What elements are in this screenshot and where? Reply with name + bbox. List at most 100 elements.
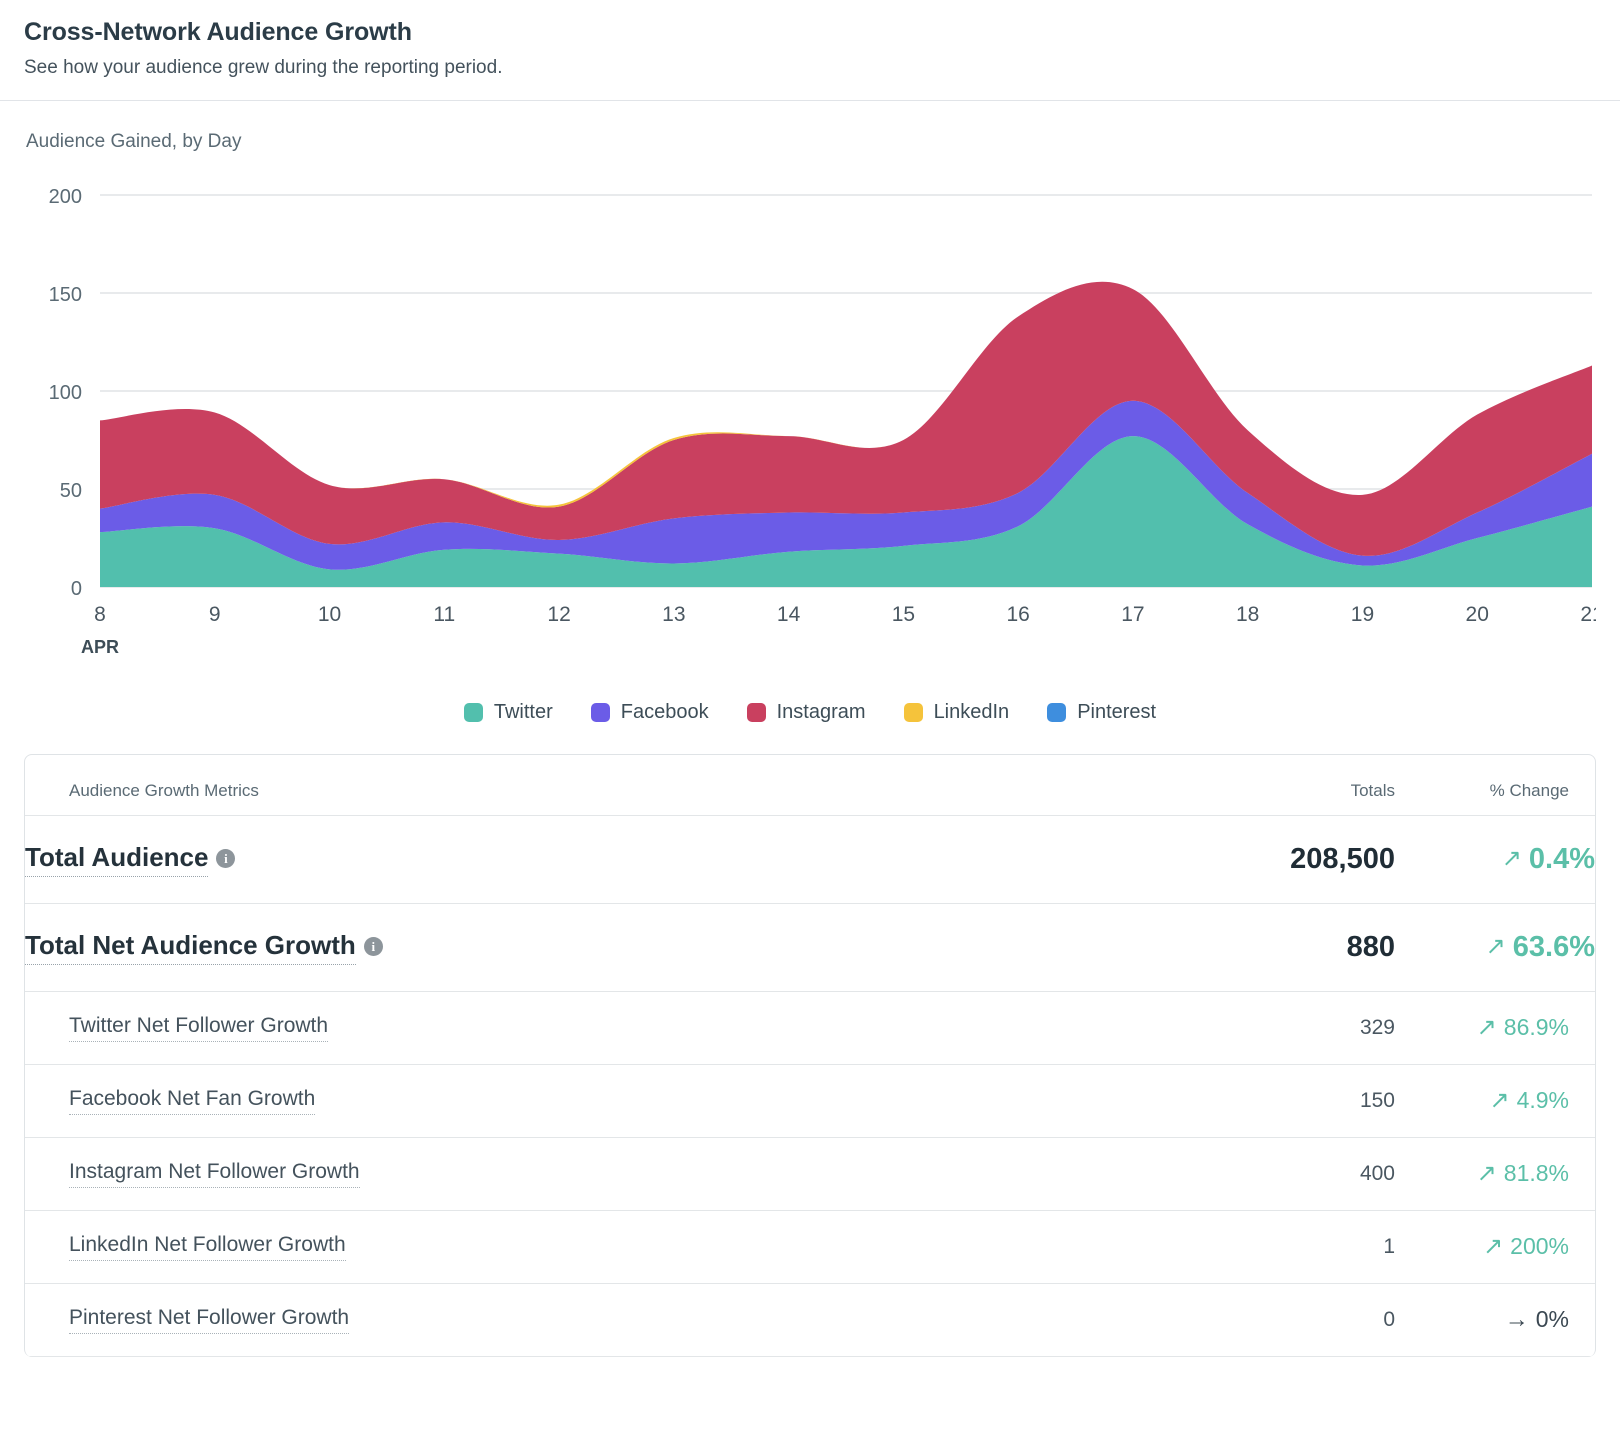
metric-total-cell: 880	[1346, 930, 1395, 963]
metric-label[interactable]: Facebook Net Fan Growth	[69, 1087, 316, 1115]
x-axis-tick-label: 12	[547, 603, 570, 626]
metric-label[interactable]: Total Net Audience Growth	[25, 930, 356, 965]
chart-section: Audience Gained, by Day 0 50 100 150 200 8 9 10…	[0, 101, 1620, 730]
change-value: 0.4%	[1528, 842, 1595, 875]
change-value: 63.6%	[1512, 930, 1595, 963]
y-axis-tick-label: 50	[60, 480, 82, 502]
arrow-up-right-icon: ↗	[1483, 1232, 1504, 1260]
metric-name-cell: Twitter Net Follower Growth	[25, 991, 1205, 1064]
report-header: Cross-Network Audience Growth See how yo…	[0, 0, 1620, 101]
metric-name-cell: Facebook Net Fan Growth	[25, 1064, 1205, 1137]
x-axis-tick-label: 13	[662, 603, 685, 626]
table-row: Twitter Net Follower Growth 329 ↗ 86.9%	[25, 991, 1595, 1065]
metric-name-cell: LinkedIn Net Follower Growth	[25, 1210, 1205, 1283]
legend-item-facebook[interactable]: Facebook	[590, 700, 709, 724]
metric-label[interactable]: Total Audience	[25, 842, 209, 877]
y-axis-tick-label: 100	[49, 382, 82, 404]
legend-item-twitter[interactable]: Twitter	[463, 700, 553, 724]
legend-label: LinkedIn	[933, 700, 1010, 723]
x-axis-tick-label: 19	[1351, 603, 1374, 626]
metric-name-cell: Total Audience i	[25, 815, 1205, 903]
metrics-table: Audience Growth Metrics Totals % Change …	[25, 754, 1595, 1357]
x-axis-tick-label: 9	[209, 603, 221, 626]
legend-item-linkedin[interactable]: LinkedIn	[903, 700, 1010, 724]
column-header-totals: Totals	[1205, 754, 1395, 816]
table-row: Total Audience i 208,500 ↗ 0.4%	[25, 815, 1595, 904]
y-axis-tick-label: 150	[49, 284, 82, 306]
x-axis-tick-label: 17	[1121, 603, 1144, 626]
arrow-right-icon: →	[1504, 1305, 1529, 1333]
change-value: 86.9%	[1503, 1014, 1569, 1041]
info-icon[interactable]: i	[216, 848, 236, 868]
legend-label: Twitter	[493, 700, 553, 723]
metric-name-cell: Pinterest Net Follower Growth	[25, 1283, 1205, 1356]
arrow-up-right-icon: ↗	[1501, 845, 1522, 873]
metric-name-cell: Instagram Net Follower Growth	[25, 1137, 1205, 1210]
metric-label[interactable]: Instagram Net Follower Growth	[69, 1160, 360, 1188]
change-value: 0%	[1535, 1306, 1569, 1333]
legend-label: Instagram	[776, 700, 866, 723]
x-axis-tick-label: 14	[777, 603, 801, 626]
table-row: Instagram Net Follower Growth 400 ↗ 81.8%	[25, 1137, 1595, 1211]
metric-label[interactable]: LinkedIn Net Follower Growth	[69, 1233, 346, 1261]
column-header-change: % Change	[1395, 754, 1595, 816]
change-value: 4.9%	[1516, 1087, 1569, 1114]
arrow-up-right-icon: ↗	[1476, 1159, 1497, 1187]
y-axis-tick-label: 0	[71, 578, 82, 600]
metric-change-cell: → 0%	[1395, 1283, 1595, 1356]
column-header-metrics: Audience Growth Metrics	[25, 754, 1205, 816]
x-axis-tick-label: 18	[1236, 603, 1259, 626]
arrow-up-right-icon: ↗	[1476, 1013, 1497, 1041]
metric-total-cell: 150	[1359, 1088, 1395, 1112]
x-axis-tick-label: 8	[94, 603, 106, 626]
page-title: Cross-Network Audience Growth	[24, 18, 412, 46]
legend-swatch-icon	[903, 702, 923, 722]
legend-swatch-icon	[463, 702, 483, 722]
legend-swatch-icon	[590, 702, 610, 722]
metric-change-cell: ↗ 0.4%	[1395, 815, 1595, 903]
metric-total-cell: 0	[1383, 1307, 1395, 1331]
metric-change-cell: ↗ 86.9%	[1395, 991, 1595, 1064]
audience-growth-report: Cross-Network Audience Growth See how yo…	[0, 0, 1620, 1456]
legend-item-pinterest[interactable]: Pinterest	[1047, 701, 1156, 724]
metric-label[interactable]: Pinterest Net Follower Growth	[69, 1306, 350, 1334]
table-header: Audience Growth Metrics Totals % Change	[25, 754, 1595, 816]
chart-caption: Audience Gained, by Day	[26, 130, 242, 152]
x-axis-tick-label: 10	[318, 603, 341, 626]
chart-legend: Twitter Facebook Instagram LinkedIn Pinteres…	[24, 701, 1596, 730]
legend-label: Facebook	[620, 700, 709, 723]
legend-swatch-icon	[1047, 702, 1067, 722]
table-row: Facebook Net Fan Growth 150 ↗ 4.9%	[25, 1064, 1595, 1138]
page-subtitle: See how your audience grew during the re…	[24, 56, 503, 78]
info-icon[interactable]: i	[363, 936, 383, 956]
metric-change-cell: ↗ 4.9%	[1395, 1064, 1595, 1137]
table-row: LinkedIn Net Follower Growth 1 ↗ 200%	[25, 1210, 1595, 1284]
table-body: Total Audience i 208,500 ↗ 0.4% Total Net Aud…	[25, 815, 1595, 1357]
stacked-area-chart: 0 50 100 150 200 8 9 10 11 12 13 14 15 16 17 18 19 20 21 AP…	[24, 177, 1596, 677]
metric-total-cell: 400	[1359, 1161, 1395, 1185]
x-axis-tick-label: 21	[1580, 603, 1596, 626]
metric-total-cell: 329	[1359, 1015, 1395, 1039]
change-value: 81.8%	[1503, 1160, 1569, 1187]
arrow-up-right-icon: ↗	[1485, 933, 1506, 961]
legend-swatch-icon	[746, 702, 766, 722]
metric-total-cell: 1	[1383, 1234, 1395, 1258]
metric-label[interactable]: Twitter Net Follower Growth	[69, 1014, 329, 1042]
chart-canvas: 0 50 100 150 200 8 9 10 11 12 13 14 15 16 17 18 19 20 21 AP…	[49, 186, 1596, 657]
change-value: 200%	[1510, 1233, 1569, 1260]
x-axis-tick-label: 11	[433, 603, 455, 626]
metric-change-cell: ↗ 63.6%	[1395, 903, 1595, 991]
table-row: Pinterest Net Follower Growth 0 → 0%	[25, 1283, 1595, 1357]
y-axis-tick-label: 200	[49, 186, 82, 208]
metric-total-cell: 208,500	[1290, 842, 1395, 875]
metric-change-cell: ↗ 200%	[1395, 1210, 1595, 1283]
legend-item-instagram[interactable]: Instagram	[746, 700, 866, 724]
table-row: Total Net Audience Growth i 880 ↗ 63.6%	[25, 903, 1595, 992]
metrics-table-card: Audience Growth Metrics Totals % Change …	[24, 753, 1596, 1357]
arrow-up-right-icon: ↗	[1489, 1086, 1510, 1114]
legend-label: Pinterest	[1077, 700, 1157, 723]
metric-name-cell: Total Net Audience Growth i	[25, 903, 1205, 991]
x-axis-tick-label: 20	[1466, 603, 1489, 626]
metric-change-cell: ↗ 81.8%	[1395, 1137, 1595, 1210]
x-axis-tick-label: 16	[1006, 603, 1029, 626]
